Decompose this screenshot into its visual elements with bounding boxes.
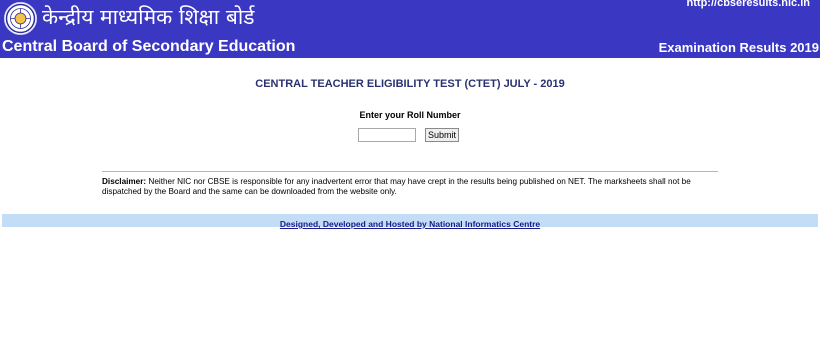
divider [102,171,718,172]
footer-bar: Designed, Developed and Hosted by Nation… [2,214,818,229]
disclaimer: Disclaimer: Neither NIC nor CBSE is resp… [102,177,718,197]
disclaimer-label: Disclaimer: [102,177,147,186]
nic-credit-link[interactable]: Designed, Developed and Hosted by Nation… [280,219,540,229]
cbse-emblem-icon [4,2,37,35]
roll-number-label: Enter your Roll Number [359,110,461,120]
page-title: CENTRAL TEACHER ELIGIBILITY TEST (CTET) … [255,78,565,90]
site-url: http://cbseresults.nic.in [686,0,810,9]
submit-button[interactable]: Submit [425,128,459,142]
site-header: केन्द्रीय माध्यमिक शिक्षा बोर्ड Central … [0,0,820,58]
board-name-english: Central Board of Secondary Education [2,38,296,55]
board-name-hindi: केन्द्रीय माध्यमिक शिक्षा बोर्ड [42,5,255,29]
roll-number-input[interactable] [358,128,416,142]
results-title: Examination Results 2019 [658,40,819,55]
disclaimer-text: Neither NIC nor CBSE is responsible for … [102,177,691,196]
